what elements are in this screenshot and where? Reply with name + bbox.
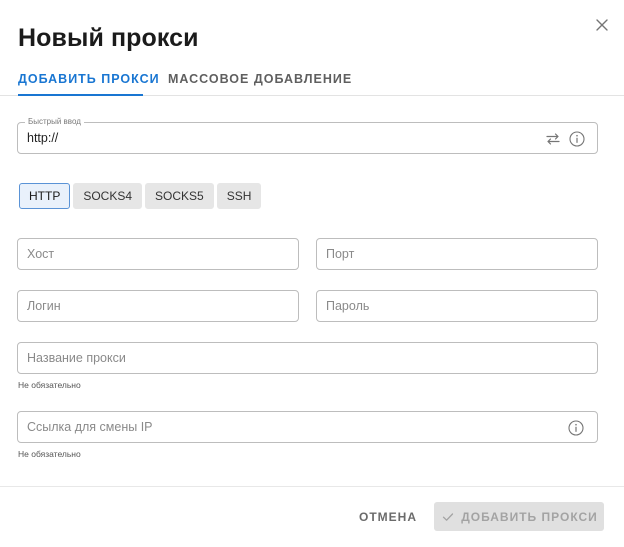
ip-change-link-helper: Не обязательно bbox=[18, 449, 81, 459]
close-icon[interactable] bbox=[592, 15, 612, 35]
protocol-socks5-button[interactable]: SOCKS5 bbox=[145, 183, 214, 209]
host-field bbox=[17, 238, 299, 270]
password-field bbox=[316, 290, 598, 322]
footer-divider bbox=[0, 486, 624, 487]
proxy-name-field bbox=[17, 342, 598, 374]
quick-input-icons bbox=[545, 131, 585, 147]
ip-change-link-field bbox=[17, 411, 598, 443]
add-proxy-button-label: ДОБАВИТЬ ПРОКСИ bbox=[461, 509, 598, 524]
protocol-socks4-button[interactable]: SOCKS4 bbox=[73, 183, 143, 209]
ip-change-link-input[interactable] bbox=[27, 412, 520, 442]
new-proxy-dialog: Новый прокси ДОБАВИТЬ ПРОКСИ МАССОВОЕ ДО… bbox=[0, 0, 624, 547]
password-input[interactable] bbox=[326, 291, 564, 321]
tab-add-proxy[interactable]: ДОБАВИТЬ ПРОКСИ bbox=[18, 72, 160, 86]
dialog-title: Новый прокси bbox=[18, 24, 199, 52]
host-input[interactable] bbox=[27, 239, 265, 269]
port-input[interactable] bbox=[326, 239, 564, 269]
check-icon bbox=[440, 509, 456, 525]
info-icon[interactable] bbox=[568, 420, 584, 436]
info-icon[interactable] bbox=[569, 131, 585, 147]
quick-input[interactable] bbox=[27, 123, 520, 153]
active-tab-indicator bbox=[18, 94, 143, 96]
tab-bulk-add[interactable]: МАССОВОЕ ДОБАВЛЕНИЕ bbox=[168, 72, 352, 86]
proxy-name-helper: Не обязательно bbox=[18, 380, 81, 390]
cancel-button[interactable]: ОТМЕНА bbox=[352, 503, 424, 531]
protocol-ssh-button[interactable]: SSH bbox=[216, 183, 262, 209]
login-input[interactable] bbox=[27, 291, 265, 321]
tab-bar: ДОБАВИТЬ ПРОКСИ МАССОВОЕ ДОБАВЛЕНИЕ bbox=[0, 62, 624, 96]
proxy-name-input[interactable] bbox=[27, 343, 520, 373]
login-field bbox=[17, 290, 299, 322]
protocol-selector: HTTP SOCKS4 SOCKS5 SSH bbox=[19, 183, 262, 209]
quick-input-field: Быстрый ввод bbox=[17, 117, 598, 154]
port-field bbox=[316, 238, 598, 270]
add-proxy-button[interactable]: ДОБАВИТЬ ПРОКСИ bbox=[434, 502, 604, 531]
swap-icon[interactable] bbox=[545, 131, 561, 147]
protocol-http-button[interactable]: HTTP bbox=[19, 183, 71, 209]
